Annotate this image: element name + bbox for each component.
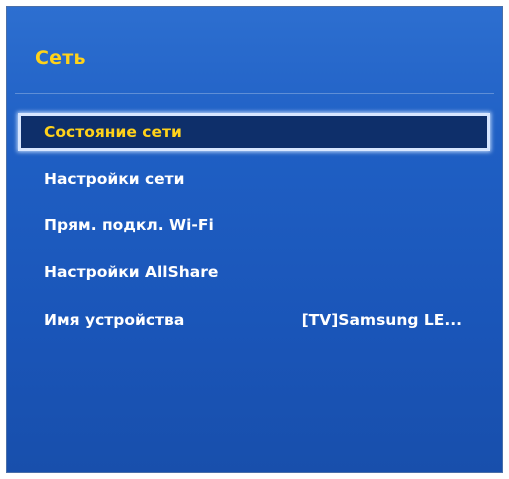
menu-item-network-status[interactable]: Состояние сети xyxy=(18,113,490,151)
menu-item-label: Настройки AllShare xyxy=(44,263,219,281)
menu-item-label: Прям. подкл. Wi-Fi xyxy=(44,216,214,234)
menu-item-device-name[interactable]: Имя устройства [TV]Samsung LE... xyxy=(18,301,490,339)
device-name-value: [TV]Samsung LE... xyxy=(301,311,462,329)
page-title: Сеть xyxy=(35,47,86,69)
menu-item-label: Имя устройства xyxy=(44,311,185,329)
menu-item-wifi-direct[interactable]: Прям. подкл. Wi-Fi xyxy=(18,206,490,244)
menu-item-label: Состояние сети xyxy=(44,123,182,141)
network-menu-panel: Сеть Состояние сети Настройки сети Прям.… xyxy=(6,6,503,473)
menu-item-network-settings[interactable]: Настройки сети xyxy=(18,160,490,198)
menu-item-label: Настройки сети xyxy=(44,170,185,188)
menu-item-allshare-settings[interactable]: Настройки AllShare xyxy=(18,253,490,291)
title-divider xyxy=(15,93,494,94)
